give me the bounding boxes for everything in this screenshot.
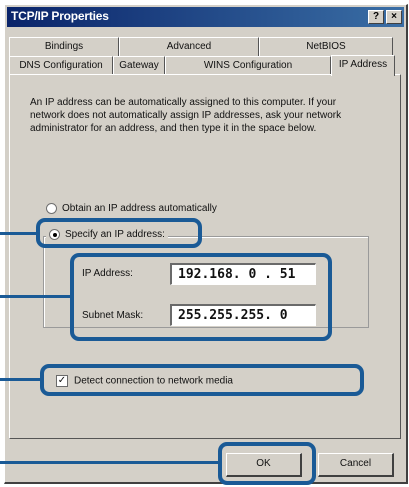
tab-row-front: DNS Configuration Gateway WINS Configura… [9,55,402,76]
tab-wins-configuration[interactable]: WINS Configuration [165,56,331,75]
tab-row-back: Bindings Advanced NetBIOS [9,37,402,56]
close-icon[interactable]: × [386,10,402,24]
cancel-button[interactable]: Cancel [318,453,394,477]
ok-button[interactable]: OK [226,453,302,477]
detect-media-option[interactable]: ✓ Detect connection to network media [56,375,233,387]
subnet-mask-input[interactable]: 255.255.255. 0 [170,304,316,326]
tab-ip-address[interactable]: IP Address [331,55,395,76]
obtain-ip-label: Obtain an IP address automatically [62,203,217,215]
obtain-ip-option[interactable]: Obtain an IP address automatically [46,203,217,215]
tab-gateway[interactable]: Gateway [113,56,165,75]
specify-ip-radio[interactable] [49,229,60,240]
specify-ip-label: Specify an IP address: [65,229,165,241]
description-text: An IP address can be automatically assig… [30,97,342,134]
window-title: TCP/IP Properties [11,9,109,23]
ip-address-label: IP Address: [82,268,133,279]
obtain-ip-radio[interactable] [46,203,57,214]
detect-media-label: Detect connection to network media [74,375,233,387]
callout-detect-line [0,378,41,381]
tab-bindings[interactable]: Bindings [9,37,119,56]
detect-media-checkbox[interactable]: ✓ [56,375,68,387]
subnet-mask-label: Subnet Mask: [82,310,144,321]
title-bar[interactable]: TCP/IP Properties ? × [7,7,404,27]
callout-specify-line [0,232,37,235]
radio-selected-dot [53,233,57,237]
callout-fields-line [0,295,71,298]
specify-ip-option[interactable]: Specify an IP address: [46,229,168,242]
tab-dns-configuration[interactable]: DNS Configuration [9,56,113,75]
help-icon[interactable]: ? [368,10,384,24]
callout-ok-line [0,461,219,464]
tab-advanced[interactable]: Advanced [119,37,259,56]
tab-netbios[interactable]: NetBIOS [259,37,393,56]
ip-address-input[interactable]: 192.168. 0 . 51 [170,263,316,285]
